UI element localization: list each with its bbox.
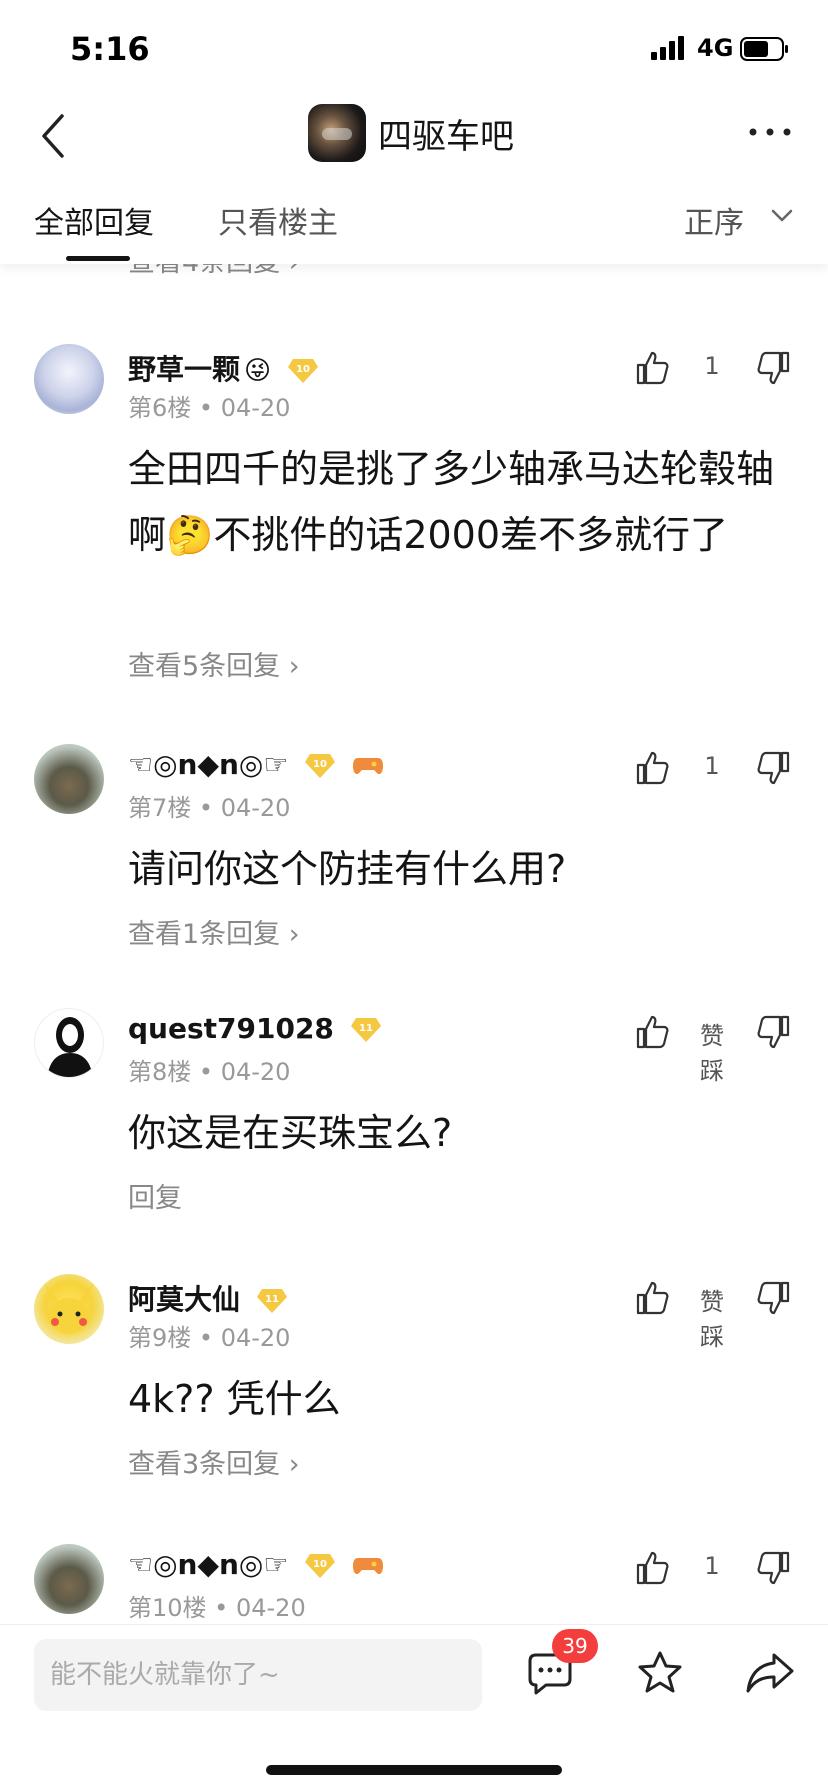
thumbs-down-icon[interactable] (756, 1014, 792, 1050)
comment-item: ☜◎n◆n◎☞ 10 第7楼 • 04-20 1 请问你这个防挂有什么用? 查看… (0, 744, 828, 950)
level-badge-icon: 11 (256, 1289, 287, 1313)
comment-item: 阿莫大仙 11 第9楼 • 04-20 赞踩 4k?? 凭什么 查看3条回复 › (0, 1274, 828, 1480)
level-number: 11 (265, 1294, 279, 1305)
thumbs-up-icon[interactable] (634, 750, 670, 786)
forum-avatar[interactable] (308, 104, 366, 162)
battery-icon (740, 37, 788, 61)
chevron-down-icon[interactable] (770, 208, 794, 224)
comment-item: quest791028 11 第8楼 • 04-20 赞踩 你这是在买珠宝么? … (0, 1008, 828, 1214)
username[interactable]: ☜◎n◆n◎☞ (128, 748, 288, 781)
thumbs-down-icon[interactable] (756, 350, 792, 386)
thumbs-up-icon[interactable] (634, 350, 670, 386)
comment-text: 全田四千的是挑了多少轴承马达轮毂轴啊🤔不挑件的话2000差不多就行了 (128, 447, 775, 557)
home-indicator (266, 1765, 562, 1775)
thumbs-up-icon[interactable] (634, 1014, 670, 1050)
level-number: 11 (359, 1023, 373, 1034)
thumbs-up-icon[interactable] (634, 1550, 670, 1586)
reply-input[interactable] (34, 1639, 482, 1711)
status-time: 5:16 (70, 30, 150, 68)
meta-separator: • (191, 794, 221, 822)
silhouette-icon (47, 1017, 93, 1077)
like-label: 赞踩 (700, 1022, 724, 1085)
more-icon[interactable] (748, 126, 792, 138)
thumbs-down-icon[interactable] (756, 750, 792, 786)
meta-separator: • (191, 1058, 221, 1086)
signal-icon (651, 36, 684, 60)
thumbs-down-icon[interactable] (756, 1280, 792, 1316)
comment-text: 请问你这个防挂有什么用? (128, 847, 567, 891)
view-replies-link[interactable]: 查看4条回复 › (128, 264, 300, 279)
sort-dropdown[interactable]: 正序 (684, 198, 744, 242)
post-date: 04-20 (220, 1058, 291, 1086)
avatar[interactable] (34, 344, 104, 414)
level-number: 10 (296, 364, 310, 375)
level-number: 10 (313, 759, 327, 770)
star-icon[interactable] (636, 1649, 684, 1697)
meta-separator: • (206, 1594, 236, 1622)
status-bar: 5:16 4G (0, 0, 828, 96)
avatar[interactable] (34, 1274, 104, 1344)
game-controller-icon (352, 1558, 383, 1574)
post-date: 04-20 (220, 394, 291, 422)
level-badge-icon: 11 (350, 1018, 381, 1042)
level-badge-icon: 10 (305, 754, 336, 778)
floor-number: 第8楼 (128, 1058, 192, 1086)
username[interactable]: quest791028 (128, 1012, 334, 1045)
comment-item: 野草一颗 😜 10 第6楼 • 04-20 1 全田四千的是挑了多少轴承马达轮毂轴… (0, 344, 828, 682)
username[interactable]: 野草一颗 (128, 353, 240, 386)
view-replies-link[interactable]: 查看1条回复 › (128, 912, 300, 951)
pikachu-avatar-icon (44, 1282, 94, 1334)
tab-owner-only[interactable]: 只看楼主 (218, 198, 338, 242)
post-date: 04-20 (220, 794, 291, 822)
username[interactable]: 阿莫大仙 (128, 1283, 240, 1316)
like-label: 赞踩 (700, 1288, 724, 1351)
tab-all-replies[interactable]: 全部回复 (34, 198, 154, 242)
avatar[interactable] (34, 1008, 104, 1078)
tab-bar: 全部回复 只看楼主 正序 (0, 192, 828, 264)
comment-text: 你这是在买珠宝么? (128, 1111, 453, 1155)
like-count: 1 (704, 752, 720, 780)
comment-item: ☜◎n◆n◎☞ 10 第10楼 • 04-20 1 (0, 1544, 828, 1624)
floor-number: 第6楼 (128, 394, 192, 422)
post-date: 04-20 (235, 1594, 306, 1622)
avatar[interactable] (34, 1544, 104, 1614)
network-type: 4G (697, 34, 734, 62)
emoji-icon: 😜 (244, 356, 272, 386)
bottom-bar: 39 (0, 1624, 828, 1792)
like-count: 1 (704, 352, 720, 380)
thumbs-down-icon[interactable] (756, 1550, 792, 1586)
level-badge-icon: 10 (287, 359, 318, 383)
game-controller-icon (352, 758, 383, 774)
username[interactable]: ☜◎n◆n◎☞ (128, 1548, 288, 1581)
floor-number: 第7楼 (128, 794, 192, 822)
comment-text: 4k?? 凭什么 (128, 1377, 341, 1421)
share-icon[interactable] (744, 1649, 796, 1697)
active-tab-indicator (66, 256, 130, 261)
avatar[interactable] (34, 744, 104, 814)
meta-separator: • (191, 394, 221, 422)
level-number: 10 (313, 1559, 327, 1570)
post-date: 04-20 (220, 1324, 291, 1352)
view-replies-link[interactable]: 查看3条回复 › (128, 1442, 300, 1481)
view-replies-link[interactable]: 查看5条回复 › (128, 644, 300, 683)
back-arrow-icon[interactable] (36, 106, 76, 166)
meta-separator: • (191, 1324, 221, 1352)
comment-count-badge: 39 (552, 1629, 598, 1663)
nav-bar: 四驱车吧 (0, 96, 828, 192)
reply-link[interactable]: 回复 (128, 1176, 182, 1215)
like-count: 1 (704, 1552, 720, 1580)
floor-number: 第9楼 (128, 1324, 192, 1352)
floor-number: 第10楼 (128, 1594, 207, 1622)
level-badge-icon: 10 (305, 1554, 336, 1578)
thumbs-up-icon[interactable] (634, 1280, 670, 1316)
comment-list: 查看4条回复 › 野草一颗😜 10 第6楼 • 04-20 1 全田四千的是挑了… (0, 264, 828, 1624)
forum-name[interactable]: 四驱车吧 (378, 109, 514, 158)
